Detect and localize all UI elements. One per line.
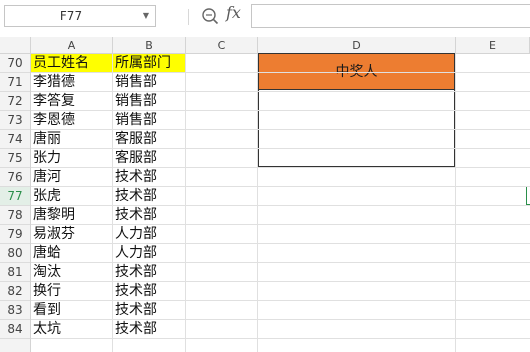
table-row: 李猎德 销售部 [31,73,530,92]
table-row: 唐黎明 技术部 [31,206,530,225]
column-header-e[interactable]: E [456,37,530,54]
cell-department[interactable]: 人力部 [113,244,185,262]
table-row: 员工姓名 所属部门 [31,54,530,73]
cell-department[interactable]: 人力部 [113,225,185,243]
table-row: 看到 技术部 [31,301,530,320]
cell-employee-name[interactable]: 换行 [31,282,112,300]
table-row: 唐蛤 人力部 [31,244,530,263]
table-row: 唐丽 客服部 [31,130,530,149]
header-cell-department[interactable]: 所属部门 [113,54,185,72]
row-header[interactable]: 75 [0,149,30,168]
cell-employee-name[interactable]: 看到 [31,301,112,319]
table-row: 易淑芬 人力部 [31,225,530,244]
table-row: 唐河 技术部 [31,168,530,187]
cell-employee-name[interactable]: 太坑 [31,320,112,338]
table-row: 淘汰 技术部 [31,263,530,282]
cell-department[interactable]: 技术部 [113,206,185,224]
row-header[interactable]: 78 [0,206,30,225]
column-header-d[interactable]: D [258,37,456,54]
cell-employee-name[interactable]: 易淑芬 [31,225,112,243]
select-all-corner[interactable] [0,37,31,54]
cell-employee-name[interactable]: 李猎德 [31,73,112,91]
fx-icon[interactable]: fx [226,3,241,22]
cell-employee-name[interactable]: 张虎 [31,187,112,205]
row-header[interactable]: 77 [0,187,30,206]
magnify-icon[interactable] [201,7,219,25]
cell-employee-name[interactable]: 唐蛤 [31,244,112,262]
header-cell-name[interactable]: 员工姓名 [31,54,112,72]
formula-input[interactable] [251,4,530,28]
row-header[interactable]: 74 [0,130,30,149]
chevron-down-icon[interactable]: ▼ [139,6,153,26]
row-header[interactable]: 79 [0,225,30,244]
row-header[interactable]: 81 [0,263,30,282]
cell-department[interactable]: 技术部 [113,320,185,338]
cell-employee-name[interactable]: 李答复 [31,92,112,110]
cell-employee-name[interactable]: 淘汰 [31,263,112,281]
cell-department[interactable]: 技术部 [113,263,185,281]
cell-department[interactable]: 技术部 [113,187,185,205]
cell-department[interactable]: 技术部 [113,301,185,319]
row-header-column: 70 71 72 73 74 75 76 77 78 79 80 81 82 83 84 [0,54,31,352]
table-row: 李答复 销售部 [31,92,530,111]
row-header[interactable]: 76 [0,168,30,187]
row-header[interactable]: 82 [0,282,30,301]
table-row: 李恩德 销售部 [31,111,530,130]
cell-department[interactable]: 客服部 [113,149,185,167]
row-header[interactable]: 73 [0,111,30,130]
row-header[interactable]: 84 [0,320,30,339]
cell-employee-name[interactable]: 张力 [31,149,112,167]
cell-employee-name[interactable]: 唐黎明 [31,206,112,224]
column-header-row: A B C D E [0,37,530,54]
row-header[interactable]: 70 [0,54,30,73]
cell-department[interactable]: 客服部 [113,130,185,148]
table-row: 换行 技术部 [31,282,530,301]
cell-employee-name[interactable]: 唐河 [31,168,112,186]
table-row [31,339,530,352]
row-header[interactable]: 83 [0,301,30,320]
table-row: 张虎 技术部 [31,187,530,206]
row-header[interactable]: 80 [0,244,30,263]
row-header[interactable]: 71 [0,73,30,92]
name-box-value[interactable]: F77 [5,6,137,26]
formula-bar: F77 ▼ fx [0,0,530,37]
row-header[interactable] [0,339,30,352]
cell-department[interactable]: 销售部 [113,111,185,129]
table-row: 太坑 技术部 [31,320,530,339]
cell-employee-name[interactable]: 唐丽 [31,130,112,148]
cell-department[interactable]: 销售部 [113,92,185,110]
cell-employee-name[interactable]: 李恩德 [31,111,112,129]
formula-bar-divider [188,9,189,25]
table-row: 张力 客服部 [31,149,530,168]
cell-department[interactable]: 技术部 [113,282,185,300]
column-header-a[interactable]: A [31,37,113,54]
cell-department[interactable]: 销售部 [113,73,185,91]
column-header-b[interactable]: B [113,37,186,54]
column-header-c[interactable]: C [186,37,258,54]
name-box[interactable]: F77 ▼ [4,5,156,27]
row-header[interactable]: 72 [0,92,30,111]
cell-department[interactable]: 技术部 [113,168,185,186]
